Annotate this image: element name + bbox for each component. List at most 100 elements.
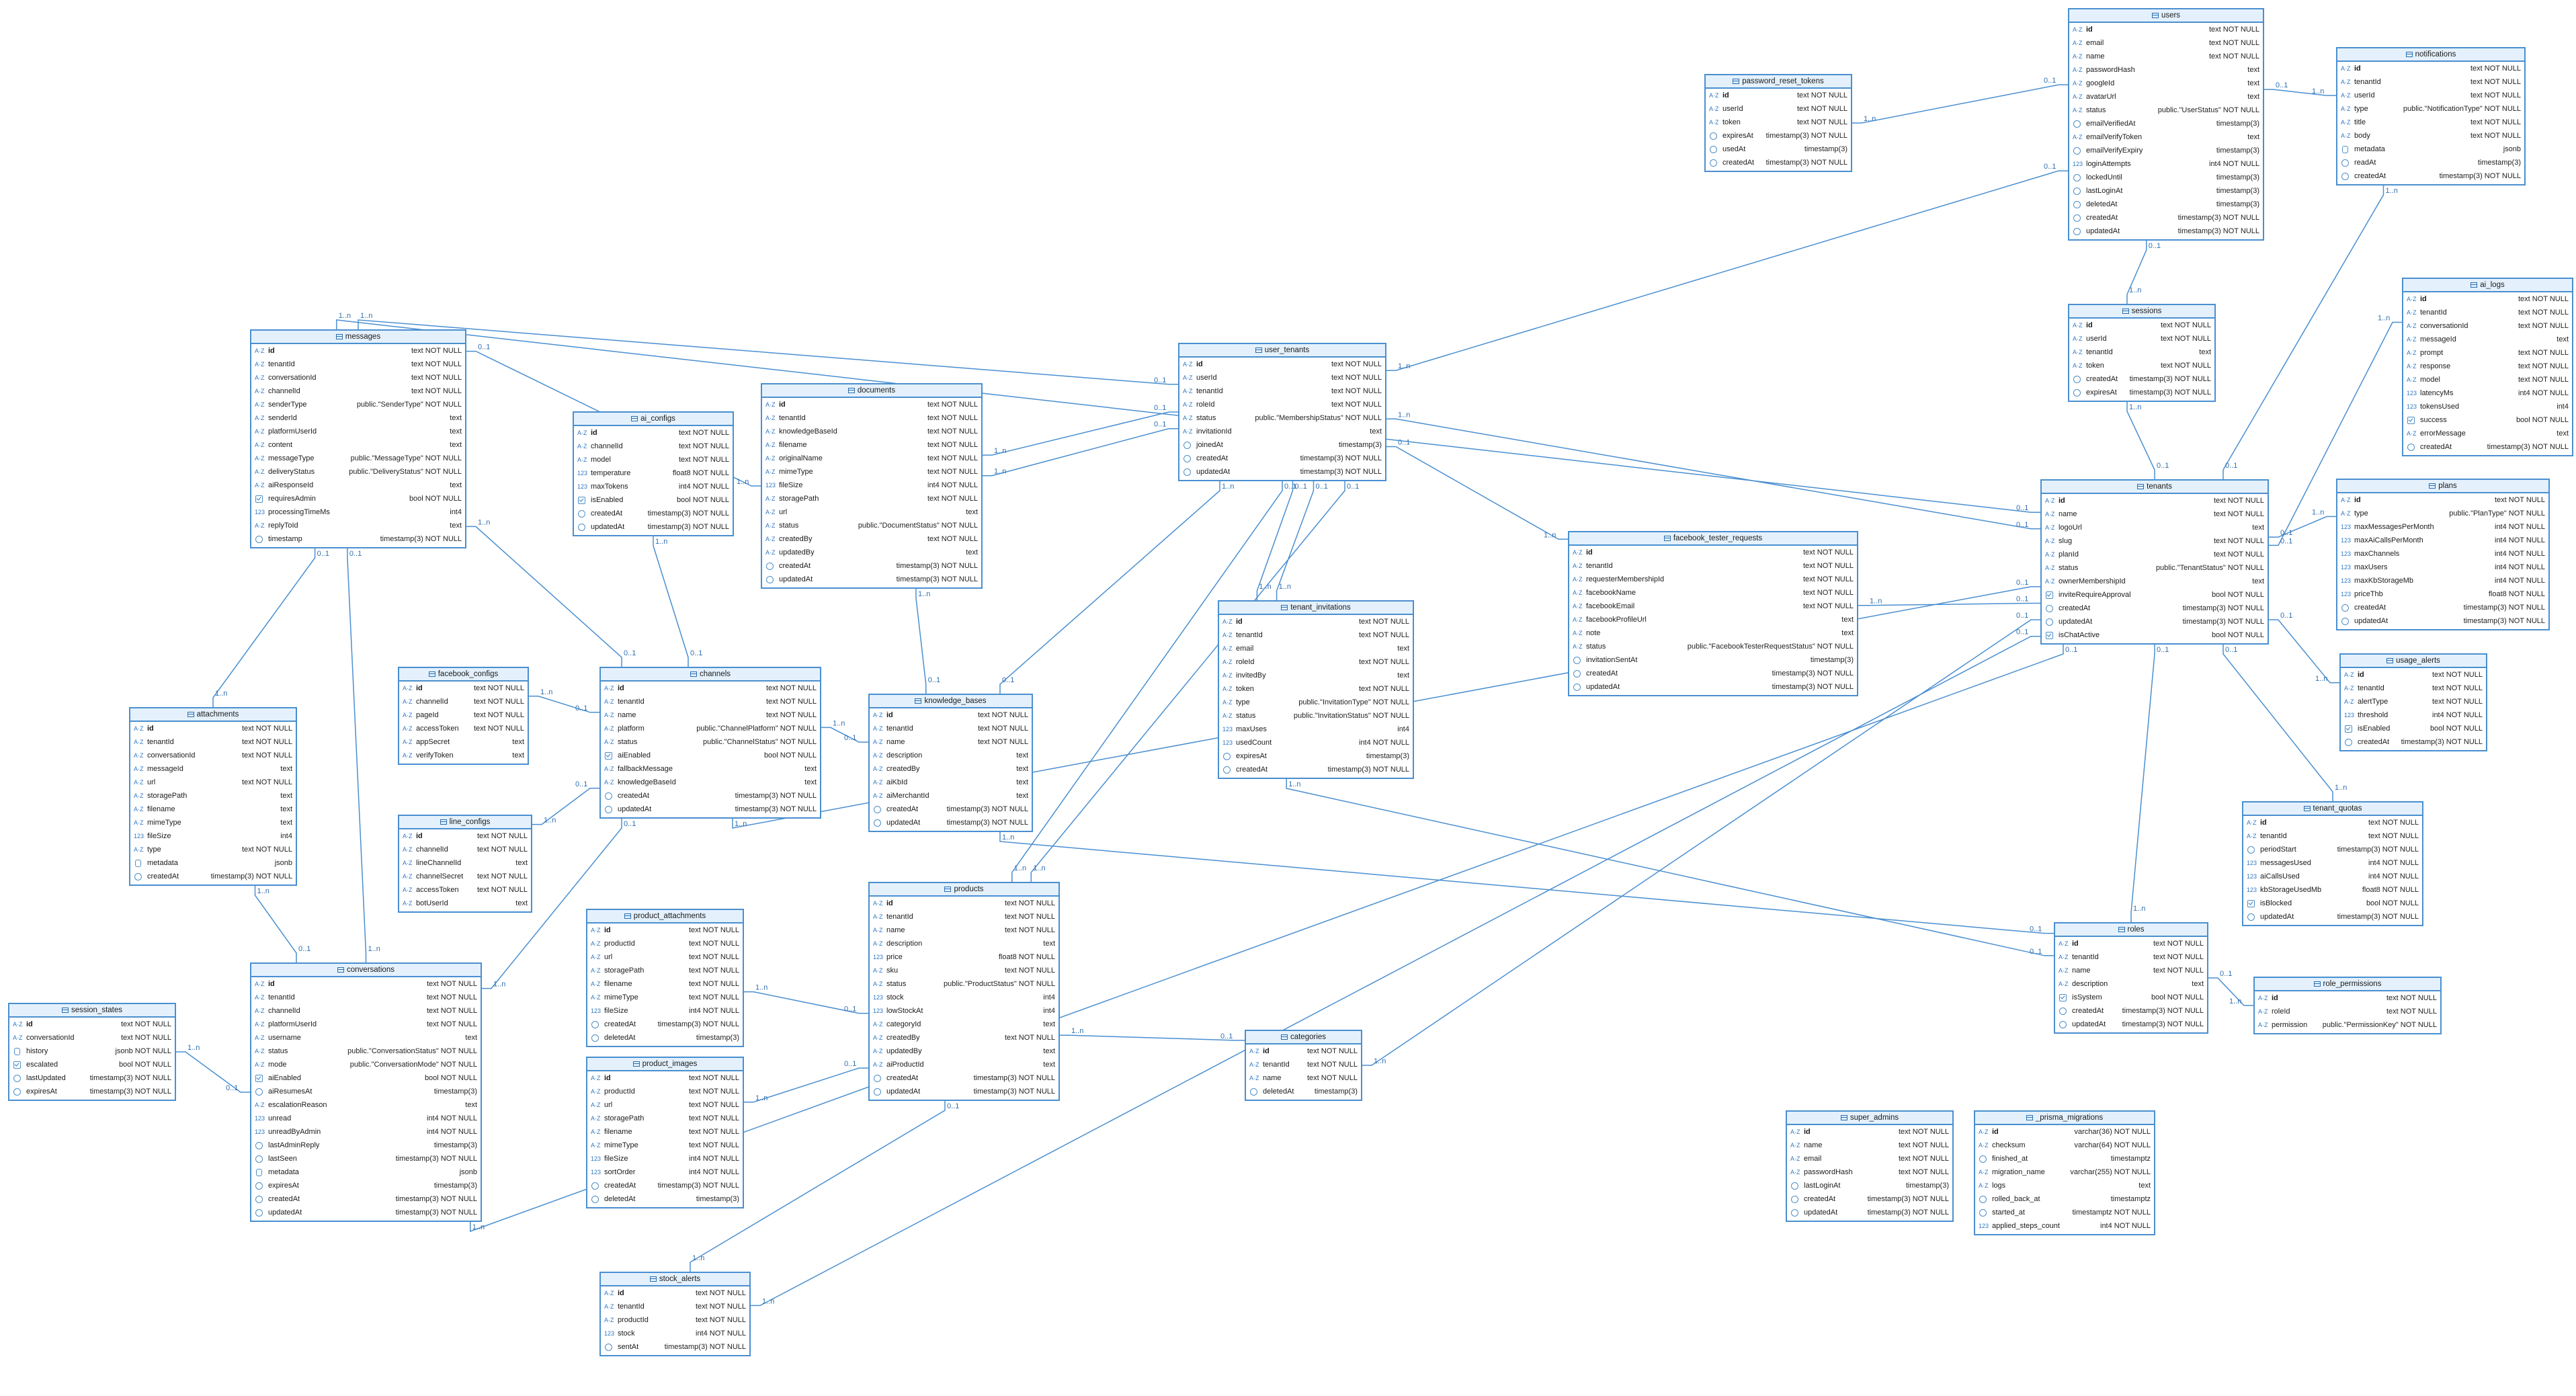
cardinality-label: 0..1 [1154,404,1166,412]
column-row: 123 fileSize int4 NOT NULL [587,1004,743,1018]
column-type: text [280,819,292,827]
column-type: text NOT NULL [2214,510,2264,518]
column-row: 123 temperature float8 NOT NULL [574,466,733,480]
column-type: int4 NOT NULL [2209,160,2259,168]
table-product-images[interactable]: product_images A·Z id text NOT NULL A·Z produ… [586,1057,744,1208]
table-super-admins[interactable]: super_admins A·Z id text NOT NULL A·Z name tex… [1786,1110,1954,1222]
text-type-icon: A·Z [2341,119,2351,126]
text-type-icon: A·Z [577,443,587,450]
column-name: createdBy [886,1034,920,1042]
table-attachments[interactable]: attachments A·Z id text NOT NULL A·Z tenantId… [129,707,297,886]
column-type: text NOT NULL [1005,913,1055,921]
text-type-icon: A·Z [255,401,265,408]
table-users[interactable]: users A·Z id text NOT NULL A·Z email text NOT … [2068,8,2264,241]
column-row: A·Z facebookProfileUrl text [1569,613,1857,626]
column-name: userId [2086,335,2107,343]
table-stock-alerts[interactable]: stock_alerts A·Z id text NOT NULL A·Z tenantI… [599,1272,751,1356]
table-title: super_admins [1850,1114,1899,1122]
column-row: A·Z pageId text NOT NULL [399,708,528,722]
column-type: text NOT NULL [2209,39,2259,47]
table-password-reset-tokens[interactable]: password_reset_tokens A·Z id text NOT NULL A… [1704,74,1852,172]
table-tenant-quotas[interactable]: tenant_quotas A·Z id text NOT NULL A·Z tenant… [2242,801,2423,926]
column-row: 123 messagesUsed int4 NOT NULL [2243,856,2422,870]
table-roles[interactable]: roles A·Z id text NOT NULL A·Z tenantId text N… [2054,922,2208,1034]
table-sessions[interactable]: sessions A·Z id text NOT NULL A·Z userId text … [2068,304,2216,402]
table-user-tenants[interactable]: user_tenants A·Z id text NOT NULL A·Z userId t… [1178,343,1386,481]
table-role-permissions[interactable]: role_permissions A·Z id text NOT NULL A·Z rol… [2253,977,2442,1034]
cardinality-label: 1..n [994,468,1006,476]
column-name: createdAt [2072,1007,2104,1015]
table-product-attachments[interactable]: product_attachments A·Z id text NOT NULL A·Z… [586,909,744,1047]
text-type-icon: A·Z [255,1021,265,1028]
column-row: A·Z passwordHash text NOT NULL [1787,1165,1952,1179]
column-row: lockedUntil timestamp(3) [2069,171,2263,184]
cardinality-label: 0..1 [928,676,940,684]
column-row: 123 usedCount int4 NOT NULL [1219,736,1413,749]
text-type-icon: A·Z [2045,565,2055,571]
column-row: lastAdminReply timestamp(3) [251,1139,481,1152]
column-type: varchar(255) NOT NULL [2070,1168,2151,1176]
cardinality-label: 1..n [1222,483,1234,491]
table-documents[interactable]: documents A·Z id text NOT NULL A·Z tenantId te… [761,383,983,589]
table-ai-logs[interactable]: ai_logs A·Z id text NOT NULL A·Z tenantId text… [2402,278,2573,456]
text-type-icon: A·Z [2407,296,2417,302]
table-plans[interactable]: plans A·Z id text NOT NULL A·Z type public."Pl… [2336,479,2550,630]
cardinality-label: 1..n [2386,187,2398,195]
column-name: status [1586,643,1606,651]
column-type: timestamp(3) [696,1195,739,1203]
column-type: text NOT NULL [927,401,978,409]
column-name: updatedAt [2059,618,2093,626]
text-type-icon: A·Z [873,712,883,718]
column-type: text NOT NULL [2214,550,2264,559]
column-type: text NOT NULL [2209,52,2259,60]
table-line-configs[interactable]: line_configs A·Z id text NOT NULL A·Z channel… [398,815,532,913]
column-type: bool NOT NULL [763,751,817,759]
table-messages[interactable]: messages A·Z id text NOT NULL A·Z tenantId tex… [250,329,466,548]
table-facebook-tester-requests[interactable]: facebook_tester_requests A·Z id text NOT NU… [1568,531,1858,696]
table-tenant-invitations[interactable]: tenant_invitations A·Z id text NOT NULL A·Z t… [1218,600,1414,779]
table-session-states[interactable]: session_states A·Z id text NOT NULL A·Z conve… [8,1003,176,1101]
table-channels[interactable]: channels A·Z id text NOT NULL A·Z tenantId tex… [599,667,821,819]
table-notifications[interactable]: notifications A·Z id text NOT NULL A·Z tenant… [2336,47,2526,186]
column-row: A·Z status public."InvitationStatus" NOT N… [1219,709,1413,723]
table-knowledge-bases[interactable]: knowledge_bases A·Z id text NOT NULL A·Z tena… [868,694,1033,832]
column-row: A·Z roleId text NOT NULL [1219,655,1413,669]
table--prisma-migrations[interactable]: _prisma_migrations A·Z id varchar(36) NOT N… [1974,1110,2155,1235]
column-type: text [1016,751,1028,759]
column-type: int4 NOT NULL [2518,389,2569,397]
column-name: id [2420,295,2427,303]
table-tenants[interactable]: tenants A·Z id text NOT NULL A·Z name text NOT… [2040,479,2269,645]
column-row: A·Z name text NOT NULL [870,735,1032,749]
column-name: price [886,953,903,961]
column-name: usedAt [1722,145,1746,153]
column-type: text NOT NULL [1005,899,1055,907]
table-ai-configs[interactable]: ai_configs A·Z id text NOT NULL A·Z channelId… [573,411,734,536]
table-products[interactable]: products A·Z id text NOT NULL A·Z tenantId tex… [868,882,1060,1101]
column-row: updatedAt timestamp(3) NOT NULL [1787,1206,1952,1219]
column-name: email [1236,645,1254,653]
relationship-line [653,536,689,667]
cardinality-label: 0..1 [2276,81,2288,89]
table-categories[interactable]: categories A·Z id text NOT NULL A·Z tenantId t… [1245,1030,1362,1101]
text-type-icon: A·Z [1709,92,1719,99]
table-usage-alerts[interactable]: usage_alerts A·Z id text NOT NULL A·Z tenantI… [2339,653,2487,751]
text-type-icon: A·Z [873,1021,883,1028]
column-row: history jsonb NOT NULL [9,1044,175,1058]
column-type: text NOT NULL [679,429,729,437]
table-conversations[interactable]: conversations A·Z id text NOT NULL A·Z tenant… [250,962,482,1222]
column-name: escalated [26,1061,58,1069]
table-facebook-configs[interactable]: facebook_configs A·Z id text NOT NULL A·Z cha… [398,667,529,765]
text-type-icon: A·Z [873,900,883,907]
column-name: mimeType [779,468,813,476]
column-type: timestamp(3) NOT NULL [1772,669,1854,678]
text-type-icon: A·Z [873,752,883,759]
column-row: A·Z id text NOT NULL [2069,319,2214,332]
column-name: processingTimeMs [268,508,330,516]
column-row: A·Z filename text [130,803,296,816]
column-name: slug [2059,537,2073,545]
relationship-line [2264,89,2336,96]
column-type: text NOT NULL [474,725,524,733]
column-type: public."InvitationStatus" NOT NULL [1293,712,1409,720]
column-row: aiEnabled bool NOT NULL [251,1071,481,1085]
column-type: text NOT NULL [2518,376,2569,384]
